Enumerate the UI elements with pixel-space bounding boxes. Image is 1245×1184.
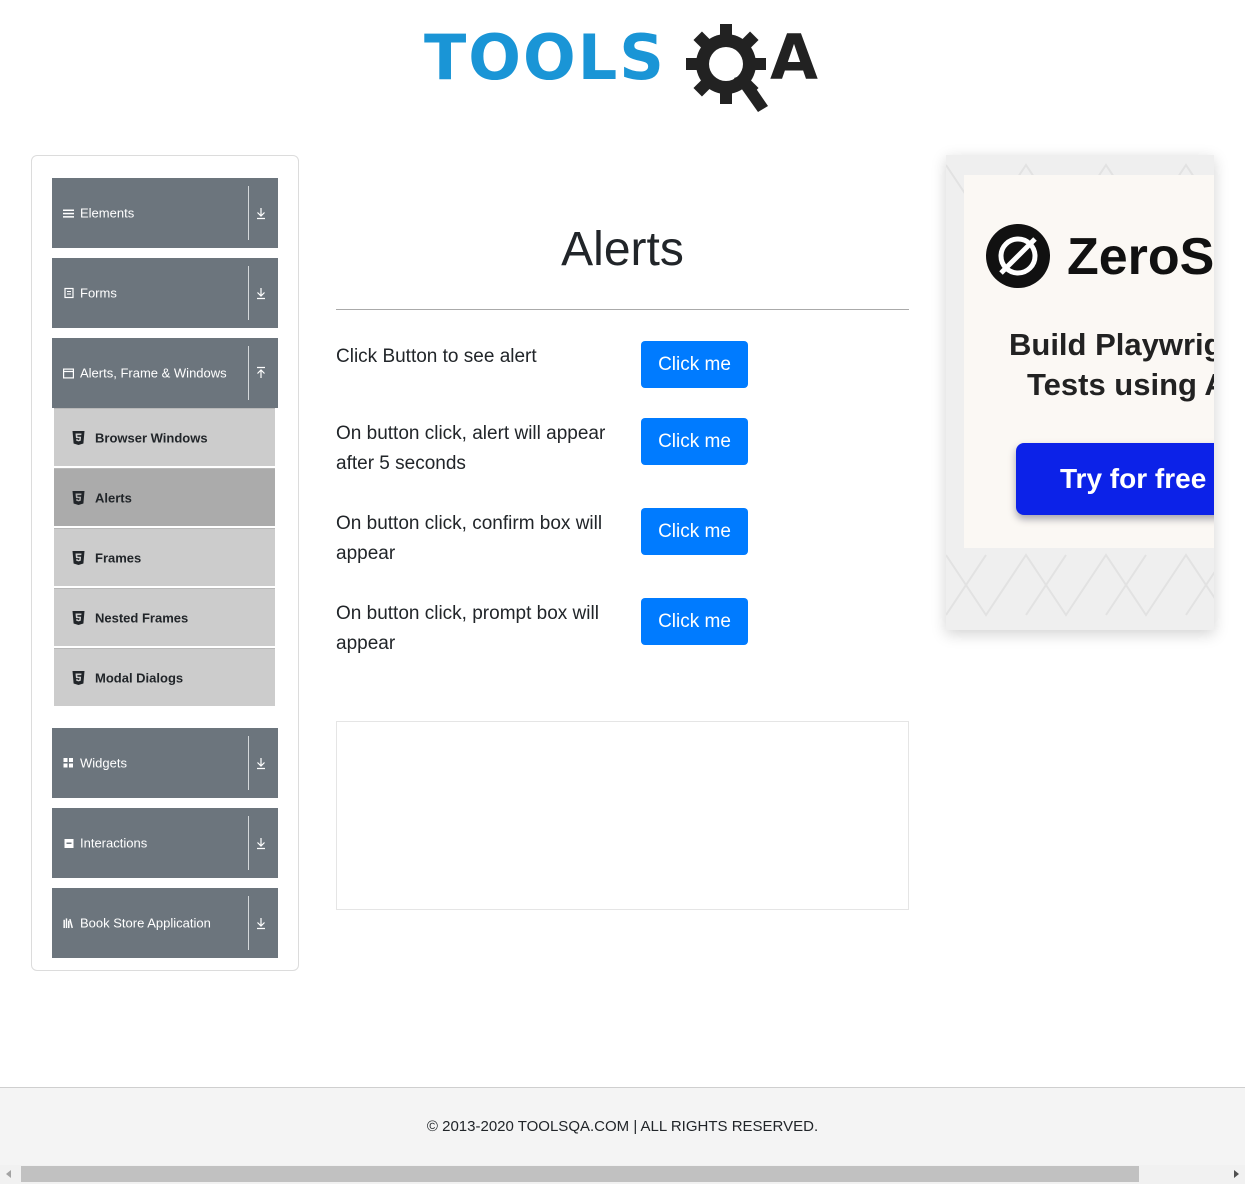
alert-button[interactable]: Click me [641,341,748,388]
scroll-right-icon[interactable] [1234,1170,1239,1178]
toolsqa-logo[interactable]: TOOLS A [424,22,826,114]
sidebar-group-forms[interactable]: Forms [52,258,278,328]
books-icon [63,918,74,929]
scroll-left-icon[interactable] [6,1170,11,1178]
sidebar-item-frames[interactable]: Frames [54,528,275,586]
sidebar-group-label: Book Store Application [80,915,211,931]
ad-placeholder-box [336,721,909,910]
html5-icon [72,670,85,685]
sidebar-group-elements[interactable]: Elements [52,178,278,248]
ad-headline-line2: Tests using A [1027,367,1214,402]
gear-q-icon [684,22,774,119]
logo-text-a: A [770,21,818,94]
sidebar-group-alerts-frame-windows[interactable]: Alerts, Frame & Windows [52,338,278,408]
logo-text-tools: TOOLS [424,21,666,94]
sidebar-group-label: Widgets [80,755,127,771]
sidebar-group-label: Forms [80,285,117,301]
window-icon [63,368,74,379]
ad-headline: Build Playwrig Tests using A [1009,325,1214,405]
sidebar-item-browser-windows[interactable]: Browser Windows [54,408,275,466]
sidebar-group-label: Elements [80,205,135,221]
prompt-button[interactable]: Click me [641,598,748,645]
html5-icon [72,550,85,565]
sidebar-item-label: Nested Frames [95,610,189,625]
html5-icon [72,490,85,505]
html5-icon [72,610,85,625]
sidebar-item-modal-dialogs[interactable]: Modal Dialogs [54,648,275,706]
ad-card: ZeroSt Build Playwrig Tests using A Try … [964,175,1214,548]
scrollbar-thumb[interactable] [21,1166,1139,1182]
horizontal-scrollbar[interactable] [0,1165,1245,1184]
ad-headline-line1: Build Playwrig [1009,327,1214,362]
timer-alert-row-text: On button click, alert will appear after… [336,423,606,474]
download-arrow-icon [255,916,267,930]
sidebar-group-interactions[interactable]: Interactions [52,808,278,878]
download-arrow-icon [255,286,267,300]
upload-arrow-icon [255,366,267,380]
hamburger-icon [63,208,74,219]
divider [248,346,249,400]
sidebar-item-label: Frames [95,550,142,565]
sidebar-item-label: Alerts [95,490,132,505]
html5-icon [72,430,85,445]
divider [248,816,249,870]
page-title: Alerts [561,223,684,276]
zerostep-logo-icon [985,223,1051,289]
sidebar-group-label: Interactions [80,835,148,851]
sidebar-item-label: Browser Windows [95,430,208,445]
download-arrow-icon [255,206,267,220]
download-arrow-icon [255,836,267,850]
divider [248,266,249,320]
sidebar-group-widgets[interactable]: Widgets [52,728,278,798]
square-icon [63,838,74,849]
sidebar-item-nested-frames[interactable]: Nested Frames [54,588,275,646]
download-arrow-icon [255,756,267,770]
sidebar-group-book-store[interactable]: Book Store Application [52,888,278,958]
sidebar-item-alerts[interactable]: Alerts [54,468,275,526]
sidebar: Elements Forms Alerts, Frame & Windows B… [31,155,299,971]
advertisement[interactable]: ZeroSt Build Playwrig Tests using A Try … [946,155,1214,630]
page: TOOLS A Elements Forms Alerts, Frame & W… [0,0,1245,1184]
footer: © 2013-2020 TOOLSQA.COM | ALL RIGHTS RES… [0,1087,1245,1165]
sidebar-group-label: Alerts, Frame & Windows [80,365,227,381]
divider [248,736,249,790]
grid-icon [63,758,74,769]
divider [248,896,249,950]
confirm-button[interactable]: Click me [641,508,748,555]
ad-brand-name: ZeroSt [1067,228,1214,286]
form-icon [63,287,74,299]
sidebar-item-label: Modal Dialogs [95,670,184,685]
prompt-row-text: On button click, prompt box will appear [336,603,599,654]
copyright-text: © 2013-2020 TOOLSQA.COM | ALL RIGHTS RES… [426,1118,819,1135]
divider [248,186,249,240]
title-divider [336,309,909,310]
timer-alert-button[interactable]: Click me [641,418,748,465]
alert-row-text: Click Button to see alert [336,346,537,367]
ad-try-for-free-button[interactable]: Try for free → [1016,443,1214,515]
confirm-row-text: On button click, confirm box will appear [336,513,603,564]
